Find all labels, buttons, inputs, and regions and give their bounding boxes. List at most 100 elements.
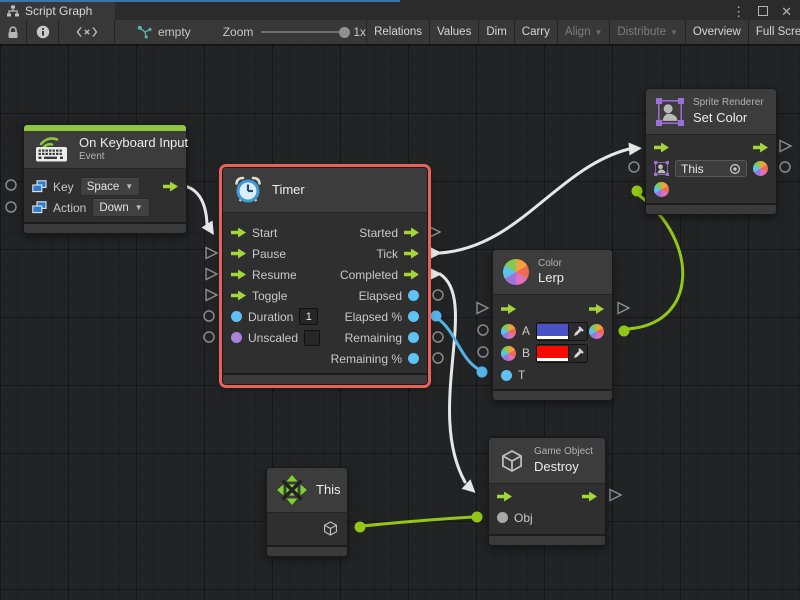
value-port[interactable] — [231, 311, 242, 322]
zoom-slider-handle[interactable] — [339, 27, 350, 38]
value-input[interactable]: 1 — [299, 308, 318, 325]
external-port[interactable] — [204, 311, 214, 321]
wire-endpoint[interactable] — [477, 367, 488, 378]
toolbar-button-dim[interactable]: Dim — [478, 20, 513, 44]
toolbar-button-label: Full Screen — [756, 26, 800, 38]
node-timer[interactable]: TimerStartStartedPauseTickResumeComplete… — [222, 167, 428, 385]
wire-endpoint[interactable] — [619, 326, 630, 337]
flow-port[interactable] — [231, 291, 246, 301]
wire-endpoint[interactable] — [355, 522, 366, 533]
tab-script-graph[interactable]: Script Graph — [0, 2, 115, 20]
eyedropper-button[interactable] — [568, 346, 587, 361]
enum-dropdown[interactable]: Space▼ — [80, 177, 141, 196]
color-wheel-icon[interactable] — [589, 324, 604, 339]
flow-port[interactable] — [654, 143, 669, 153]
enum-dropdown[interactable]: Down▼ — [92, 198, 149, 217]
flow-port[interactable] — [231, 228, 246, 238]
sprite-renderer-icon — [656, 98, 684, 126]
graph-breadcrumb[interactable]: empty — [137, 25, 191, 39]
menu-icon[interactable]: ⋮ — [732, 5, 745, 18]
node-header: Sprite RendererSet Color — [646, 89, 776, 135]
value-port[interactable] — [408, 332, 419, 343]
toolbar-button-relations[interactable]: Relations — [366, 20, 429, 44]
wire-endpoint[interactable] — [632, 186, 643, 197]
port-label: Started — [359, 226, 398, 240]
flow-port[interactable] — [753, 143, 768, 153]
color-wheel-icon[interactable] — [753, 161, 768, 176]
close-icon[interactable]: ✕ — [781, 5, 792, 18]
value-port[interactable] — [497, 512, 508, 523]
flow-port[interactable] — [404, 270, 419, 280]
graph-ref-icon — [137, 25, 152, 39]
external-port[interactable] — [780, 162, 790, 172]
external-port[interactable] — [433, 353, 443, 363]
node-this[interactable]: This — [266, 467, 348, 557]
graph-hierarchy-icon — [6, 5, 20, 17]
node-body: Obj — [489, 484, 605, 534]
node-sprite-renderer-set-color[interactable]: Sprite RendererSet Color This — [645, 88, 777, 215]
code-preview-button[interactable] — [59, 20, 115, 44]
value-port[interactable] — [501, 370, 512, 381]
value-port[interactable] — [408, 353, 419, 364]
flow-port[interactable] — [497, 492, 512, 502]
port-row: KeySpace▼ — [24, 176, 186, 197]
flow-port[interactable] — [501, 304, 516, 314]
flow-port[interactable] — [404, 228, 419, 238]
toolbar-button-full-screen[interactable]: Full Screen — [748, 20, 800, 44]
sprite-renderer-icon[interactable] — [654, 161, 669, 176]
node-on-keyboard-input[interactable]: On Keyboard InputEvent KeySpace▼ ActionD… — [23, 124, 187, 234]
flow-port[interactable] — [231, 270, 246, 280]
color-wheel-icon[interactable] — [654, 182, 669, 197]
external-port[interactable] — [433, 290, 443, 300]
eyedropper-button[interactable] — [568, 324, 587, 339]
value-port[interactable] — [408, 311, 419, 322]
toolbar-button-overview[interactable]: Overview — [685, 20, 748, 44]
external-port[interactable] — [204, 332, 214, 342]
node-color-lerp[interactable]: ColorLerpA B T — [492, 249, 613, 401]
value-port[interactable] — [231, 332, 242, 343]
target-icon[interactable] — [729, 163, 741, 175]
color-swatch-field[interactable] — [536, 322, 588, 341]
wire-endpoint[interactable] — [472, 512, 483, 523]
maximize-icon[interactable] — [758, 6, 768, 16]
enum-icon[interactable] — [32, 201, 47, 214]
flow-port[interactable] — [163, 182, 178, 192]
external-port[interactable] — [478, 347, 488, 357]
external-port[interactable] — [629, 162, 639, 172]
toolbar-button-align[interactable]: Align▼ — [557, 20, 610, 44]
toolbar-button-values[interactable]: Values — [429, 20, 478, 44]
toolbar-button-carry[interactable]: Carry — [514, 20, 557, 44]
flow-port[interactable] — [582, 492, 597, 502]
zoom-control: Zoom 1x — [223, 25, 366, 39]
wire-endpoint[interactable] — [431, 311, 442, 322]
color-swatch[interactable] — [537, 346, 568, 361]
external-port[interactable] — [6, 180, 16, 190]
info-button[interactable] — [27, 20, 59, 44]
color-wheel-icon[interactable] — [501, 346, 516, 361]
checkbox[interactable] — [304, 330, 320, 346]
enum-icon[interactable] — [32, 180, 47, 193]
cube-outline-icon[interactable] — [322, 520, 339, 537]
color-swatch[interactable] — [537, 324, 568, 339]
value-port[interactable] — [408, 290, 419, 301]
node-body — [267, 513, 347, 545]
zoom-slider[interactable] — [261, 31, 347, 33]
port-label: B — [522, 346, 530, 360]
port-row — [267, 515, 347, 541]
color-wheel-icon[interactable] — [501, 324, 516, 339]
flow-port[interactable] — [404, 249, 419, 259]
color-swatch-field[interactable] — [536, 344, 588, 363]
node-game-object-destroy[interactable]: Game ObjectDestroyObj — [488, 437, 606, 546]
external-port[interactable] — [478, 325, 488, 335]
object-field[interactable]: This — [675, 160, 747, 177]
external-port[interactable] — [433, 332, 443, 342]
external-port[interactable] — [6, 202, 16, 212]
lock-button[interactable] — [0, 20, 27, 44]
flow-port[interactable] — [231, 249, 246, 259]
chevron-down-icon: ▼ — [135, 203, 143, 212]
toolbar-button-label: Distribute — [617, 26, 666, 38]
flow-port[interactable] — [589, 304, 604, 314]
node-subtitle: Color — [538, 258, 564, 271]
node-body: KeySpace▼ ActionDown▼ — [24, 169, 186, 222]
toolbar-button-distribute[interactable]: Distribute▼ — [609, 20, 685, 44]
